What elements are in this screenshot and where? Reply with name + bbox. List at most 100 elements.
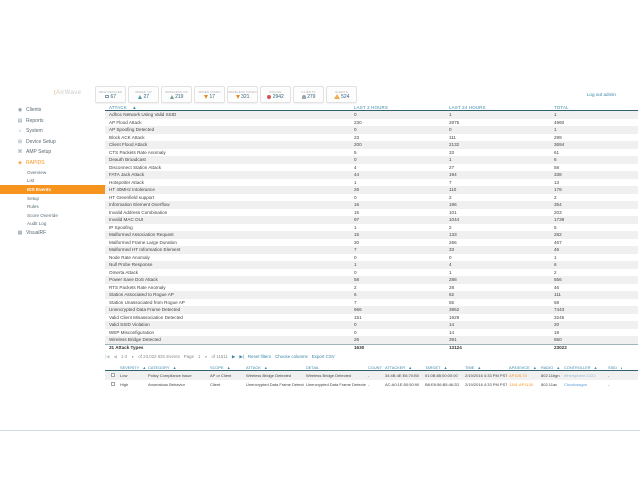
sidebar-subitem[interactable]: Overview <box>0 168 105 177</box>
column-header[interactable]: Attack ▲ <box>244 365 304 370</box>
attack-table-row: Hotspotter Attack 1 7 13 <box>105 179 638 187</box>
stat-value: 27 <box>143 94 149 100</box>
sidebar-subitem[interactable]: List <box>0 177 105 186</box>
column-header[interactable]: Radio ▲ <box>539 365 562 370</box>
last-24-hours-cell: 55 <box>445 300 550 305</box>
last-2-hours-cell: 0 <box>350 112 445 117</box>
sidebar-subitem-label: List <box>27 178 34 183</box>
total-cell: 61 <box>550 150 638 155</box>
ap-device-link[interactable]: AP105-70 <box>507 373 539 378</box>
last-2-hours-cell: 200 <box>350 142 445 147</box>
header-stat-box[interactable]: WIRELESS DOWN 321 <box>227 86 258 103</box>
last-page-button[interactable]: ▶| <box>239 354 244 360</box>
logout-link[interactable]: Log out admin <box>587 92 616 97</box>
last-24-hours-cell: 1929 <box>445 315 550 320</box>
last-24-hours-cell: 7 <box>445 180 550 185</box>
attacker-cell: AC:A0:1E:50:50:90 <box>383 382 423 387</box>
header-stat-box[interactable]: ALERTS 524 <box>326 86 357 103</box>
column-header[interactable]: Count <box>366 365 383 370</box>
attack-name-cell: Invalid Address Combination <box>105 210 350 215</box>
column-header[interactable]: AP/Device ▲ <box>507 365 539 370</box>
header-stat-box[interactable]: ROGUE 2942 <box>260 86 291 103</box>
last-24-hours-cell: 2 <box>445 195 550 200</box>
column-header[interactable]: Last 24 Hours <box>445 105 550 110</box>
attack-table-row: RTS Packets Rate Anomaly 2 28 46 <box>105 284 638 292</box>
attack-total-total: 23022 <box>550 345 638 350</box>
total-cell: 178 <box>550 187 638 192</box>
sidebar-subitem-label: Overview <box>27 170 46 175</box>
last-24-hours-cell: 101 <box>445 210 550 215</box>
sidebar-item[interactable]: ⊞ Device Setup <box>0 137 105 148</box>
prev-page-button[interactable]: ◀ <box>114 354 117 360</box>
sidebar-subitem[interactable]: Score Override <box>0 211 105 220</box>
last-2-hours-cell: 26 <box>350 187 445 192</box>
total-cell: 5 <box>550 225 638 230</box>
sidebar-subitem[interactable]: IDS Events <box>0 185 105 194</box>
sidebar-subitem[interactable]: Rules <box>0 202 105 211</box>
header-stat-box[interactable]: CLIENTS 279 <box>293 86 324 103</box>
sidebar-subitem[interactable]: Audit Log <box>0 220 105 229</box>
total-cell: 68 <box>550 300 638 305</box>
column-header[interactable]: Last 2 Hours <box>350 105 445 110</box>
sort-arrow-icon: ▲ <box>617 365 622 370</box>
total-cell: 6 <box>550 262 638 267</box>
column-header[interactable]: Attack ▲ <box>105 105 350 110</box>
row-checkbox[interactable] <box>111 382 115 386</box>
detail-cell: Wireless Bridge Detected <box>304 373 366 378</box>
sidebar-item-label: VisualRF <box>26 230 46 236</box>
reset-filters-link[interactable]: Reset filters <box>248 354 271 359</box>
header-stat-box[interactable]: WIRED DOWN 17 <box>194 86 225 103</box>
range-dropdown-caret[interactable]: ▼ <box>131 355 134 359</box>
total-cell: 282 <box>550 232 638 237</box>
column-header[interactable]: Target ▲ <box>423 365 463 370</box>
sidebar-item[interactable]: ◈ RAPIDS <box>0 158 105 169</box>
attack-cell: Unencrypted Data Frame Detected <box>244 382 304 387</box>
page-of-text: of 11511 <box>211 354 227 359</box>
attack-table-row: AP Flood Attack 230 2875 4960 <box>105 119 638 127</box>
last-2-hours-cell: 44 <box>350 172 445 177</box>
header-stat-box[interactable]: WIRED UP 27 <box>128 86 159 103</box>
sidebar-item[interactable]: ◉ Clients <box>0 105 105 116</box>
controller-link[interactable]: Chuckwagon <box>562 382 606 387</box>
last-2-hours-cell: 1 <box>350 225 445 230</box>
column-header[interactable]: Severity ▲ <box>118 365 146 370</box>
column-header[interactable]: Detail <box>304 365 366 370</box>
sidebar-item[interactable]: ⌘ AMP Setup <box>0 147 105 158</box>
last-2-hours-cell: 6 <box>350 292 445 297</box>
attack-table-row: Malformed Association Request 15 133 282 <box>105 231 638 239</box>
header-stat-box[interactable]: NEW DEVICES 67 <box>95 86 126 103</box>
last-2-hours-cell: 7 <box>350 247 445 252</box>
stat-icon <box>267 95 271 99</box>
ap-device-link[interactable]: 1341.AP1130 <box>507 382 539 387</box>
total-cell: 46 <box>550 247 638 252</box>
last-2-hours-cell: 151 <box>350 315 445 320</box>
column-header[interactable]: Attacker ▲ <box>383 365 423 370</box>
sidebar-item[interactable]: ▦ VisualRF <box>0 228 105 239</box>
column-header[interactable]: Total <box>550 105 638 110</box>
attack-name-cell: Valid Client Misassociation Detected <box>105 315 350 320</box>
sort-arrow-icon: ▲ <box>474 365 481 370</box>
sidebar-item[interactable]: ▤ Reports <box>0 116 105 127</box>
column-header[interactable]: Time ▲ <box>463 365 507 370</box>
header-stat-box[interactable]: WIRELESS UP 219 <box>161 86 192 103</box>
export-csv-link[interactable]: Export CSV <box>312 354 335 359</box>
header-stats-bar: NEW DEVICES 67 WIRED UP 27 WIRELESS UP 2… <box>95 86 357 103</box>
column-header[interactable]: Category ▲ <box>146 365 208 370</box>
column-header[interactable]: Controller ▲ <box>562 365 606 370</box>
sort-arrow-icon: ▲ <box>224 365 231 370</box>
last-24-hours-cell: 110 <box>445 187 550 192</box>
controller-link[interactable]: ethersphere-1322 <box>562 373 606 378</box>
next-page-button[interactable]: ▶ <box>232 354 235 360</box>
last-24-hours-cell: 2875 <box>445 120 550 125</box>
attack-table-row: Deauth Broadcast 0 1 6 <box>105 156 638 164</box>
page-dropdown-caret[interactable]: ▼ <box>204 355 207 359</box>
first-page-button[interactable]: |◀ <box>105 354 110 360</box>
sidebar-subitem[interactable]: Setup <box>0 194 105 203</box>
attack-table-row: Station Associated to Rogue AP 6 62 111 <box>105 291 638 299</box>
row-checkbox[interactable] <box>111 373 115 377</box>
sidebar-subitem-label: IDS Events <box>27 187 51 192</box>
sidebar-item[interactable]: ☼ System <box>0 126 105 137</box>
column-header[interactable]: Scope ▲ <box>208 365 244 370</box>
column-header[interactable]: SSID ▲ <box>606 365 622 370</box>
choose-columns-link[interactable]: Choose columns <box>275 354 308 359</box>
